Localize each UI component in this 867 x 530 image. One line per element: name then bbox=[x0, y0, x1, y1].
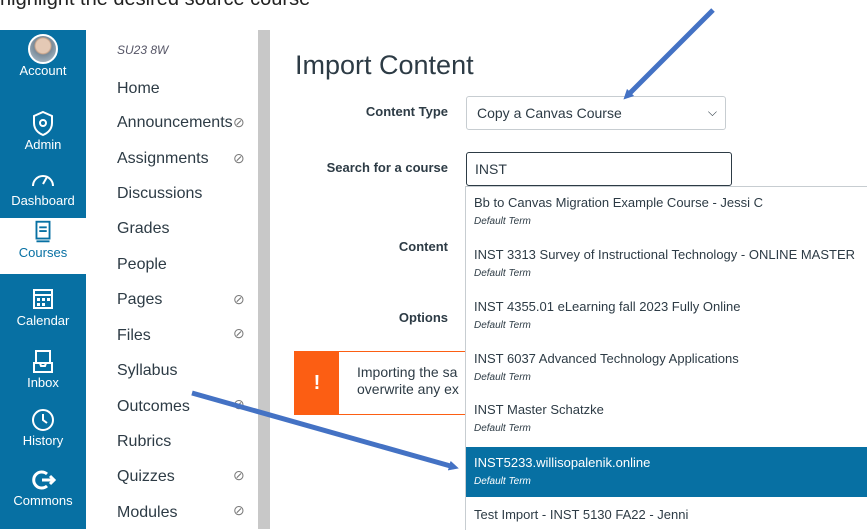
course-search-results: Bb to Canvas Migration Example Course - … bbox=[465, 186, 867, 530]
global-nav-label: Courses bbox=[18, 245, 68, 260]
search-course-label: Search for a course bbox=[326, 160, 448, 175]
global-nav-label: Account bbox=[19, 63, 67, 78]
course-option-term: Default Term bbox=[474, 372, 531, 383]
shield-icon bbox=[33, 110, 53, 137]
course-option-term: Default Term bbox=[474, 476, 531, 487]
course-option-name: Bb to Canvas Migration Example Course - … bbox=[474, 195, 764, 210]
content-label: Content bbox=[398, 239, 448, 254]
course-nav-assignments[interactable]: Assignments bbox=[117, 150, 209, 168]
course-option[interactable]: Bb to Canvas Migration Example Course - … bbox=[466, 187, 867, 238]
course-nav-rubrics[interactable]: Rubrics bbox=[117, 433, 171, 451]
eye-slash-icon: ⊘ bbox=[233, 114, 245, 130]
course-nav-pages[interactable]: Pages bbox=[117, 291, 162, 309]
global-nav-inbox[interactable]: Inbox bbox=[0, 348, 86, 404]
instruction-caption: highlight the desired source course bbox=[0, 0, 310, 11]
course-option[interactable]: INST Master Schatzke Default Term bbox=[466, 394, 867, 445]
page-title: Import Content bbox=[295, 50, 474, 80]
course-nav-announcements[interactable]: Announcements bbox=[117, 114, 233, 132]
global-nav-commons[interactable]: Commons bbox=[0, 466, 86, 522]
warning-alert: ! Importing the sa overwrite any ex bbox=[294, 351, 494, 415]
global-nav-label: Inbox bbox=[27, 375, 59, 390]
eye-slash-icon: ⊘ bbox=[233, 325, 245, 341]
course-nav-grades[interactable]: Grades bbox=[117, 220, 169, 238]
course-option[interactable]: INST 6037 Advanced Technology Applicatio… bbox=[466, 343, 867, 394]
course-nav-files[interactable]: Files bbox=[117, 327, 151, 345]
course-option[interactable]: Test Import - INST 5130 FA22 - Jenni bbox=[466, 499, 867, 530]
calendar-icon bbox=[33, 289, 53, 309]
course-nav-outcomes[interactable]: Outcomes bbox=[117, 398, 190, 416]
course-nav-syllabus[interactable]: Syllabus bbox=[117, 362, 177, 380]
eye-slash-icon: ⊘ bbox=[233, 291, 245, 307]
course-nav-modules[interactable]: Modules bbox=[117, 504, 177, 522]
content-type-value: Copy a Canvas Course bbox=[477, 105, 622, 121]
course-option[interactable]: INST 3313 Survey of Instructional Techno… bbox=[466, 239, 867, 290]
course-option-term: Default Term bbox=[474, 320, 531, 331]
warning-line: overwrite any ex bbox=[357, 381, 459, 397]
global-nav-label: History bbox=[22, 433, 64, 448]
global-nav-courses[interactable]: Courses bbox=[0, 218, 86, 274]
eye-slash-icon: ⊘ bbox=[233, 396, 245, 412]
global-nav-label: Admin bbox=[24, 137, 62, 152]
content-type-label: Content Type bbox=[365, 104, 448, 119]
global-nav-dashboard[interactable]: Dashboard bbox=[0, 166, 86, 222]
course-option-name: INST 6037 Advanced Technology Applicatio… bbox=[474, 351, 739, 366]
course-nav-discussions[interactable]: Discussions bbox=[117, 185, 202, 203]
course-option[interactable]: INST 4355.01 eLearning fall 2023 Fully O… bbox=[466, 291, 867, 342]
eye-slash-icon: ⊘ bbox=[233, 467, 245, 483]
arrow-to-content-type bbox=[623, 8, 715, 100]
warning-line: Importing the sa bbox=[357, 364, 458, 380]
chevron-down-icon: ⌵ bbox=[707, 105, 717, 119]
global-nav-history[interactable]: History bbox=[0, 406, 86, 462]
speedometer-icon bbox=[32, 175, 54, 187]
course-option-name: INST 3313 Survey of Instructional Techno… bbox=[474, 247, 856, 262]
course-option-term: Default Term bbox=[474, 423, 531, 434]
global-nav-label: Dashboard bbox=[11, 193, 75, 208]
course-option-name: Test Import - INST 5130 FA22 - Jenni bbox=[474, 507, 689, 522]
course-option-name: INST5233.willisopalenik.online bbox=[474, 455, 651, 470]
course-option-name: INST Master Schatzke bbox=[474, 402, 604, 417]
global-nav-label: Calendar bbox=[16, 313, 70, 328]
global-nav-label: Commons bbox=[13, 493, 73, 508]
book-icon bbox=[35, 220, 51, 243]
warning-text: Importing the sa overwrite any ex bbox=[357, 364, 459, 398]
options-label: Options bbox=[398, 310, 448, 325]
course-option-selected[interactable]: INST5233.willisopalenik.online Default T… bbox=[466, 447, 867, 497]
global-nav-admin[interactable]: Admin bbox=[0, 110, 86, 166]
course-option-term: Default Term bbox=[474, 268, 531, 279]
clock-icon bbox=[32, 409, 54, 431]
course-search-input[interactable]: INST bbox=[466, 152, 732, 186]
warning-icon: ! bbox=[295, 352, 339, 414]
inbox-icon bbox=[33, 350, 53, 373]
course-nav-people[interactable]: People bbox=[117, 256, 167, 274]
avatar bbox=[28, 34, 58, 64]
course-nav-quizzes[interactable]: Quizzes bbox=[117, 468, 175, 486]
eye-slash-icon: ⊘ bbox=[233, 150, 245, 166]
course-option-name: INST 4355.01 eLearning fall 2023 Fully O… bbox=[474, 299, 741, 314]
course-nav-home[interactable]: Home bbox=[117, 80, 160, 98]
eye-slash-icon: ⊘ bbox=[233, 502, 245, 518]
global-nav-account[interactable]: Account bbox=[0, 34, 86, 90]
course-nav-scrollbar[interactable] bbox=[258, 30, 270, 529]
global-nav-calendar[interactable]: Calendar bbox=[0, 286, 86, 342]
course-option-term: Default Term bbox=[474, 216, 531, 227]
content-type-select[interactable]: Copy a Canvas Course ⌵ bbox=[466, 96, 726, 130]
commons-icon bbox=[32, 470, 56, 490]
course-term: SU23 8W bbox=[117, 43, 169, 57]
global-navigation: Account Admin Dashboard Courses Calendar… bbox=[0, 30, 86, 529]
